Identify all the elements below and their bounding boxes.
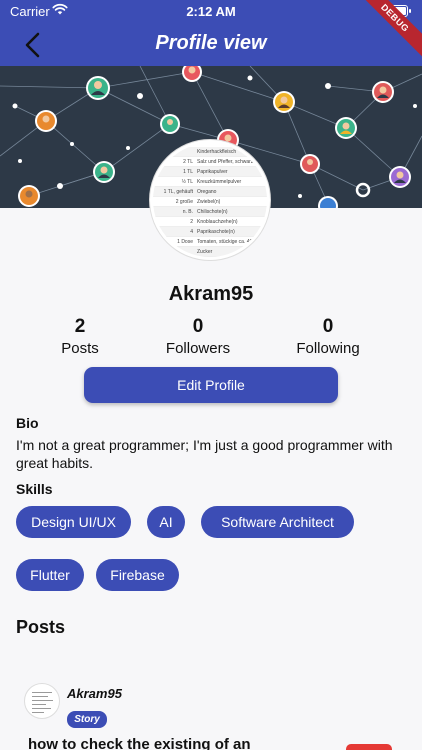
skill-chip-flutter[interactable]: Flutter [16, 559, 84, 591]
recipe-quantity: 4 [190, 229, 193, 235]
recipe-row: 1 TL Paprikapulver [153, 167, 267, 177]
skill-chip-ai[interactable]: AI [147, 506, 185, 538]
recipe-quantity: n. B. [182, 209, 193, 215]
status-time: 2:12 AM [186, 4, 236, 19]
recipe-ingredient: Knoblauchzehe(n) [197, 219, 238, 225]
stat-following-label: Following [296, 340, 360, 357]
stat-posts-label: Posts [61, 340, 99, 357]
post-type-badge: Story [67, 711, 107, 728]
avatar-recipe-image: Kinderhackfleisch 2 TL Salz und Pfeffer, s… [153, 143, 267, 257]
username: Akram95 [168, 283, 254, 305]
recipe-row: 2 große Zwiebel(n) [153, 197, 267, 207]
recipe-quantity: 1 TL [183, 169, 193, 175]
edit-profile-button[interactable]: Edit Profile [84, 367, 338, 403]
recipe-quantity: 1 Dose [177, 239, 193, 245]
stat-followers-count: 0 [192, 316, 204, 337]
recipe-quantity: 1 TL, gehäuft [163, 189, 193, 195]
recipe-row: 4 Paprikaschote(n) [153, 227, 267, 237]
recipe-quantity: ½ TL [181, 179, 193, 185]
stat-followers[interactable]: 0 Followers [138, 316, 258, 357]
skill-chip-design[interactable]: Design UI/UX [16, 506, 131, 538]
recipe-row: 1 TL, gehäuft Oregano [153, 187, 267, 197]
app-bar: Carrier 2:12 AM Profile view [0, 0, 422, 66]
bio-text: I'm not a great programmer; I'm just a g… [16, 437, 393, 471]
profile-avatar[interactable]: Kinderhackfleisch 2 TL Salz und Pfeffer, s… [150, 140, 270, 260]
post-title[interactable]: how to check the existing of an [28, 736, 251, 750]
recipe-row: 2 Knoblauchzehe(n) [153, 217, 267, 227]
post-author-name[interactable]: Akram95 [67, 686, 122, 701]
recipe-ingredient: Chilischote(n) [197, 209, 228, 215]
recipe-ingredient: Zucker [197, 249, 213, 255]
stat-following[interactable]: 0 Following [268, 316, 388, 357]
skills-label: Skills [16, 481, 53, 497]
recipe-ingredient: Kinderhackfleisch [197, 149, 237, 155]
stat-following-count: 0 [322, 316, 334, 337]
recipe-quantity: 2 [190, 219, 193, 225]
recipe-row: n. B. Chilischote(n) [153, 207, 267, 217]
recipe-ingredient: Kreuzkümmelpulver [197, 179, 242, 185]
recipe-quantity: 2 große [175, 199, 193, 205]
stat-followers-label: Followers [165, 340, 231, 357]
stat-posts-count: 2 [74, 316, 86, 337]
post-author-avatar[interactable] [24, 683, 60, 719]
recipe-row: Zucker [153, 247, 267, 257]
recipe-row: ½ TL Kreuzkümmelpulver [153, 177, 267, 187]
recipe-ingredient: Oregano [197, 189, 217, 195]
post-status-badge [346, 744, 392, 750]
stat-posts[interactable]: 2 Posts [20, 316, 140, 357]
recipe-row: 1 Dose Tomaten, stückige ca. 400 [153, 237, 267, 247]
page-title: Profile view [155, 32, 267, 54]
recipe-ingredient: Zwiebel(n) [197, 199, 221, 205]
recipe-ingredient: Salz und Pfeffer, schwarz [197, 159, 254, 165]
recipe-quantity [153, 147, 197, 156]
recipe-ingredient: Tomaten, stückige ca. 400 [197, 239, 256, 245]
recipe-ingredient: Paprikaschote(n) [197, 229, 235, 235]
skill-chip-firebase[interactable]: Firebase [96, 559, 179, 591]
posts-title: Posts [16, 617, 66, 637]
recipe-quantity: 2 TL [183, 159, 193, 165]
bio-label: Bio [16, 415, 39, 431]
recipe-ingredient: Paprikapulver [197, 169, 228, 175]
recipe-row: 2 TL Salz und Pfeffer, schwarz [153, 157, 267, 167]
status-bar: Carrier 2:12 AM [0, 0, 422, 22]
skill-chip-software-architect[interactable]: Software Architect [201, 506, 354, 538]
recipe-row: Kinderhackfleisch [153, 147, 267, 157]
recipe-quantity [153, 247, 197, 256]
